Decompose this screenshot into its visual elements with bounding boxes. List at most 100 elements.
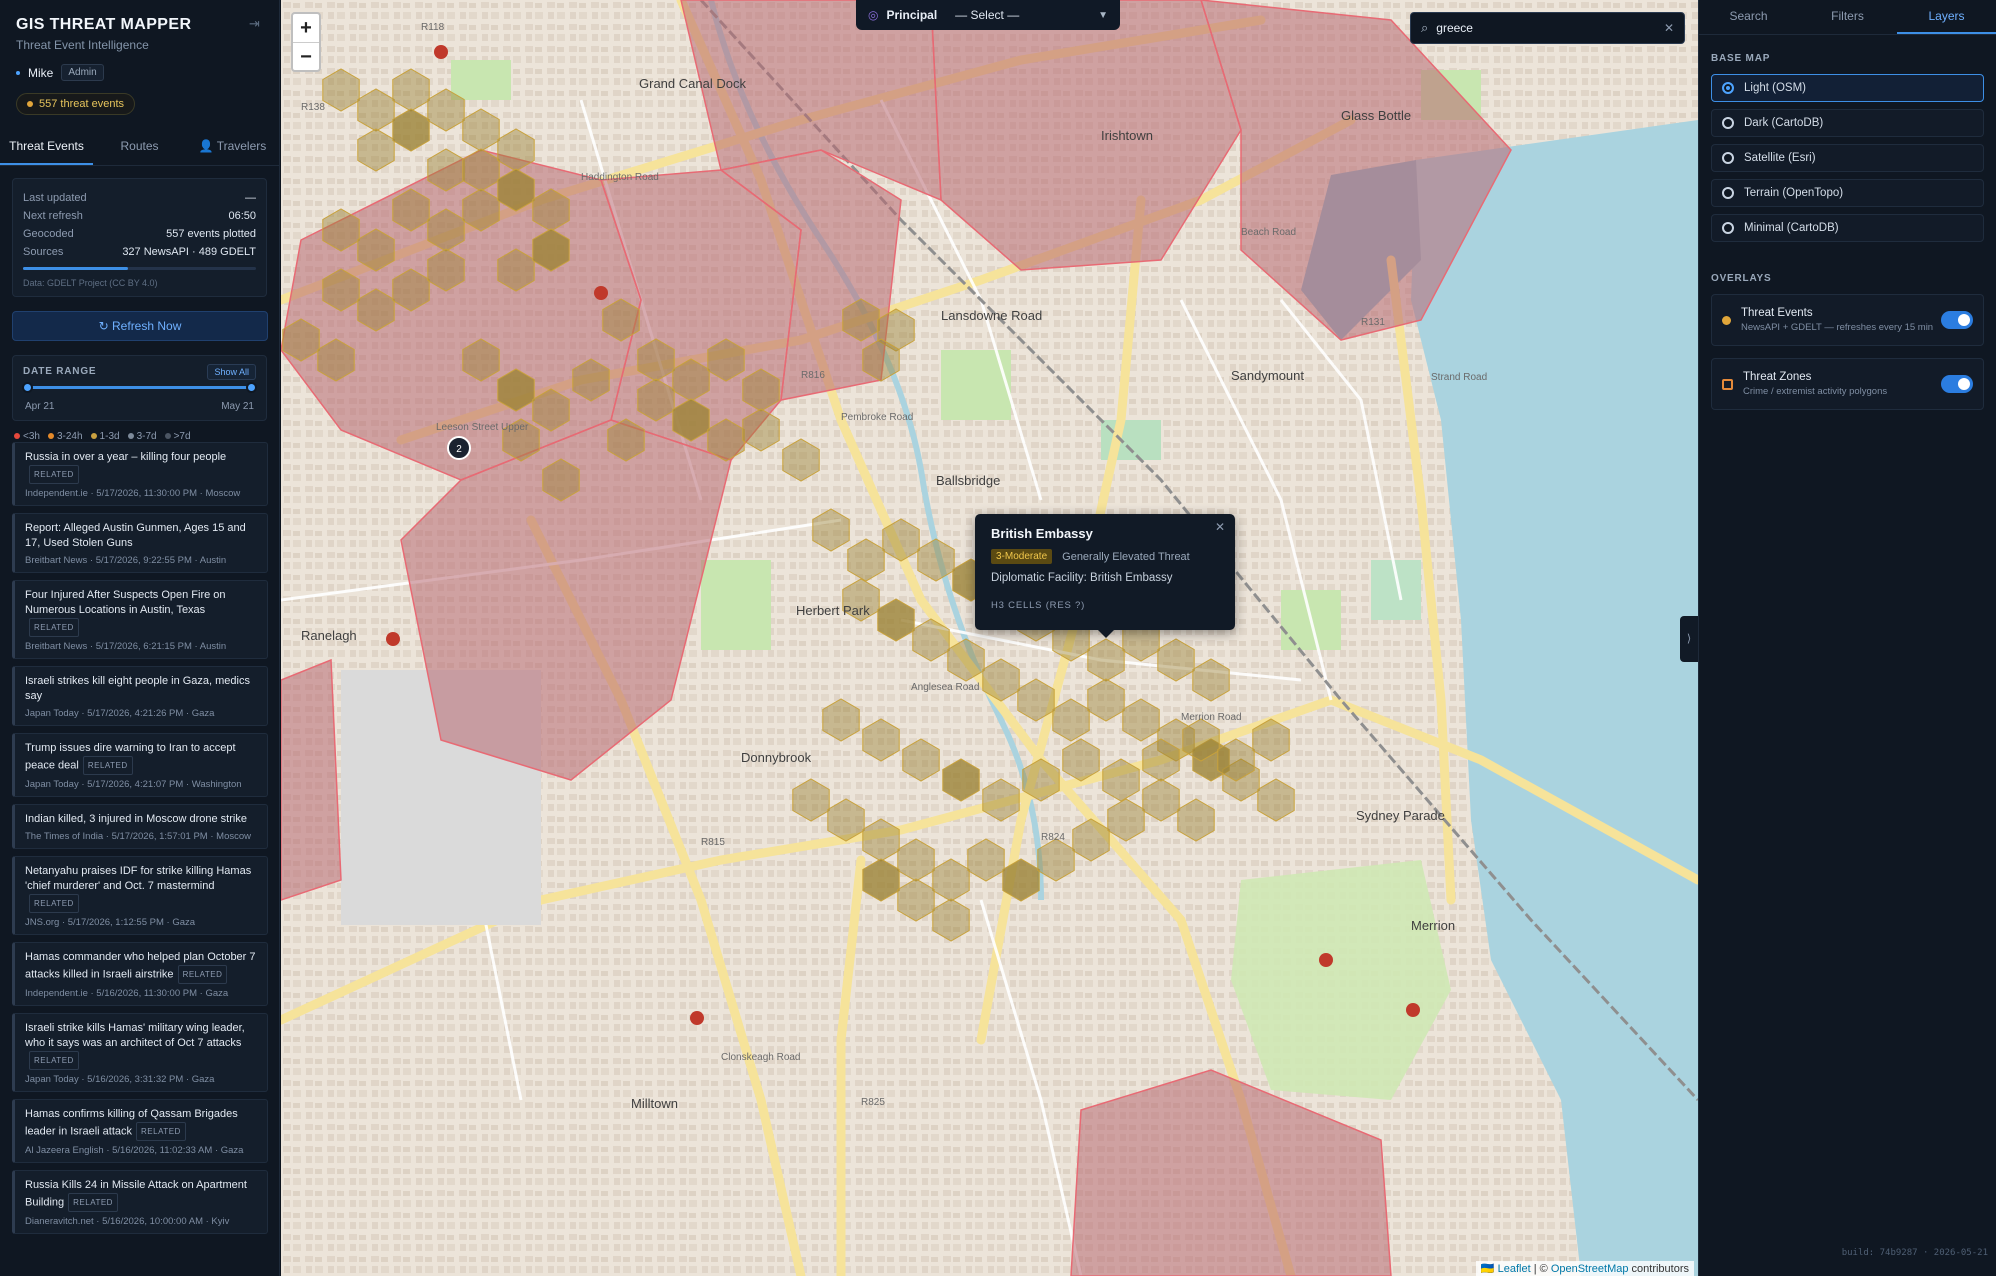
feed-title-text: Russia Kills 24 in Missile Attack on Apa…	[25, 1179, 247, 1209]
feed-meta: Dianeravitch.net · 5/16/2026, 10:00:00 A…	[25, 1216, 230, 1227]
status-row: Sources 327 NewsAPI · 489 GDELT	[23, 243, 256, 261]
feed-item[interactable]: Russia Kills 24 in Missile Attack on Apa…	[12, 1170, 268, 1234]
panel-collapse-toggle[interactable]: ⟩	[1680, 616, 1698, 662]
tab-search[interactable]: Search	[1699, 0, 1798, 34]
status-value: —	[245, 192, 256, 204]
principal-select-value[interactable]: — Select —	[955, 8, 1090, 22]
tab-threat-events[interactable]: Threat Events	[0, 129, 93, 165]
tab-routes[interactable]: Routes	[93, 129, 186, 165]
radio-button[interactable]	[1722, 222, 1734, 234]
tab-layers[interactable]: Layers	[1897, 0, 1996, 34]
hospital-icon	[434, 45, 448, 59]
feed-title: Hamas commander who helped plan October …	[25, 950, 257, 984]
map-layer[interactable]: Irishtown Sandymount Ballsbridge Ranelagh Do…	[281, 0, 1698, 1276]
radio-button[interactable]	[1722, 152, 1734, 164]
feed-item[interactable]: Hamas confirms killing of Qassam Brigade…	[12, 1099, 268, 1163]
hospital-icon	[690, 1011, 704, 1025]
map-place-label: Pembroke Road	[841, 412, 913, 423]
base-map-label: Minimal (CartoDB)	[1744, 222, 1839, 234]
feed-item[interactable]: Israeli strikes kill eight people in Gaz…	[12, 666, 268, 726]
feed-title: Russia in over a year – killing four peo…	[25, 450, 257, 484]
overlay-threat-events[interactable]: Threat Events NewsAPI + GDELT — refreshe…	[1711, 294, 1984, 346]
leaflet-link[interactable]: 🇺🇦 Leaflet	[1481, 1263, 1531, 1275]
base-map-option[interactable]: Minimal (CartoDB)	[1711, 214, 1984, 242]
date-range-slider[interactable]	[22, 382, 257, 393]
overlay-desc: NewsAPI + GDELT — refreshes every 15 min	[1741, 322, 1934, 333]
tab-travelers[interactable]: 👤 Travelers	[186, 129, 279, 165]
map-search-input[interactable]	[1436, 21, 1656, 35]
refresh-now-button[interactable]: ↻ Refresh Now	[12, 311, 268, 341]
map-place-label: Strand Road	[1431, 372, 1487, 383]
zone-polygon[interactable]	[281, 658, 342, 901]
feed-title-text: Report: Alleged Austin Gunmen, Ages 15 a…	[25, 522, 246, 549]
close-icon[interactable]: ✕	[1215, 520, 1225, 534]
role-badge: Admin	[61, 64, 104, 81]
base-map-option[interactable]: Terrain (OpenTopo)	[1711, 179, 1984, 207]
status-row: Last updated —	[23, 189, 256, 207]
feed-item[interactable]: Indian killed, 3 injured in Moscow drone…	[12, 804, 268, 849]
age-legend-item: >7d	[164, 431, 191, 442]
person-icon: 👤	[198, 139, 214, 153]
radio-button[interactable]	[1722, 117, 1734, 129]
feed-item[interactable]: Netanyahu praises IDF for strike killing…	[12, 856, 268, 935]
feed-title-text: Israeli strike kills Hamas' military win…	[25, 1022, 245, 1049]
feed-item[interactable]: Four Injured After Suspects Open Fire on…	[12, 580, 268, 659]
base-map-option[interactable]: Satellite (Esri)	[1711, 144, 1984, 172]
event-count-badge: 557 threat events	[16, 93, 136, 115]
feed-meta: Independent.ie · 5/17/2026, 11:30:00 PM …	[25, 488, 241, 499]
logout-icon[interactable]: ⇥	[249, 16, 265, 32]
threat-zones-toggle[interactable]	[1941, 375, 1973, 393]
feed-title-text: Israeli strikes kill eight people in Gaz…	[25, 675, 250, 702]
feed-item[interactable]: Report: Alleged Austin Gunmen, Ages 15 a…	[12, 513, 268, 573]
age-legend-item: 3-24h	[47, 431, 83, 442]
zoom-in-button[interactable]: +	[293, 14, 319, 42]
popup-h3-cells[interactable]: H3 CELLS (RES ?)	[991, 600, 1219, 611]
principal-target-icon: ◎	[868, 8, 879, 22]
overlay-name: Threat Events	[1741, 307, 1813, 319]
base-map-options: Light (OSM) Dark (CartoDB) Satellite (Esri…	[1699, 74, 1996, 242]
overlay-desc: Crime / extremist activity polygons	[1743, 386, 1888, 397]
related-badge: RELATED	[82, 756, 133, 775]
base-map-label: Terrain (OpenTopo)	[1744, 187, 1844, 199]
feed-meta: Japan Today · 5/17/2026, 4:21:07 PM · Wa…	[25, 779, 242, 790]
herbert-park	[701, 560, 771, 650]
status-row: Geocoded 557 events plotted	[23, 225, 256, 243]
base-map-label: Satellite (Esri)	[1744, 152, 1816, 164]
cluster-count: 2	[456, 444, 462, 455]
feed-title-text: Hamas confirms killing of Qassam Brigade…	[25, 1108, 238, 1138]
principal-label: Principal	[886, 8, 938, 22]
zoom-out-button[interactable]: −	[293, 42, 319, 70]
base-map-option[interactable]: Light (OSM)	[1711, 74, 1984, 102]
threat-events-toggle[interactable]	[1941, 311, 1973, 329]
age-label: >7d	[173, 431, 191, 442]
popup-title: British Embassy	[991, 526, 1093, 541]
date-end-handle[interactable]	[246, 382, 257, 393]
feed-item[interactable]: Israeli strike kills Hamas' military win…	[12, 1013, 268, 1092]
poi-popup: ✕ British Embassy 3-Moderate Generally E…	[975, 514, 1235, 638]
hospital-icon	[594, 286, 608, 300]
base-map-option[interactable]: Dark (CartoDB)	[1711, 109, 1984, 137]
feed-item[interactable]: Trump issues dire warning to Iran to acc…	[12, 733, 268, 797]
feed-meta: Japan Today · 5/16/2026, 3:31:32 PM · Ga…	[25, 1074, 215, 1085]
radio-button[interactable]	[1722, 82, 1734, 94]
map-place-label: Anglesea Road	[911, 682, 979, 693]
clear-search-icon[interactable]: ✕	[1664, 21, 1674, 35]
show-all-button[interactable]: Show All	[207, 364, 256, 380]
osm-link[interactable]: OpenStreetMap	[1551, 1263, 1629, 1275]
map-search-box[interactable]: ⌕ ✕	[1410, 12, 1685, 44]
related-badge: RELATED	[68, 1193, 118, 1212]
principal-selector[interactable]: ◎ Principal — Select — ▼	[856, 0, 1120, 30]
threat-event-feed[interactable]: Russia in over a year – killing four peo…	[12, 442, 268, 1241]
popup-description: Diplomatic Facility: British Embassy	[991, 572, 1173, 584]
feed-item[interactable]: Hamas commander who helped plan October …	[12, 942, 268, 1006]
map-canvas[interactable]: Irishtown Sandymount Ballsbridge Ranelagh Do…	[281, 0, 1698, 1276]
date-start-handle[interactable]	[22, 382, 33, 393]
map-place-label: R138	[301, 102, 325, 113]
overlay-threat-zones[interactable]: Threat Zones Crime / extremist activity …	[1711, 358, 1984, 410]
threat-level-badge: 3-Moderate	[991, 549, 1053, 564]
age-legend: <3h 3-24h 1-3d 3-7d >7d	[0, 421, 279, 442]
feed-item[interactable]: Russia in over a year – killing four peo…	[12, 442, 268, 506]
radio-button[interactable]	[1722, 187, 1734, 199]
map-place-label: R815	[701, 837, 725, 848]
tab-filters[interactable]: Filters	[1798, 0, 1897, 34]
